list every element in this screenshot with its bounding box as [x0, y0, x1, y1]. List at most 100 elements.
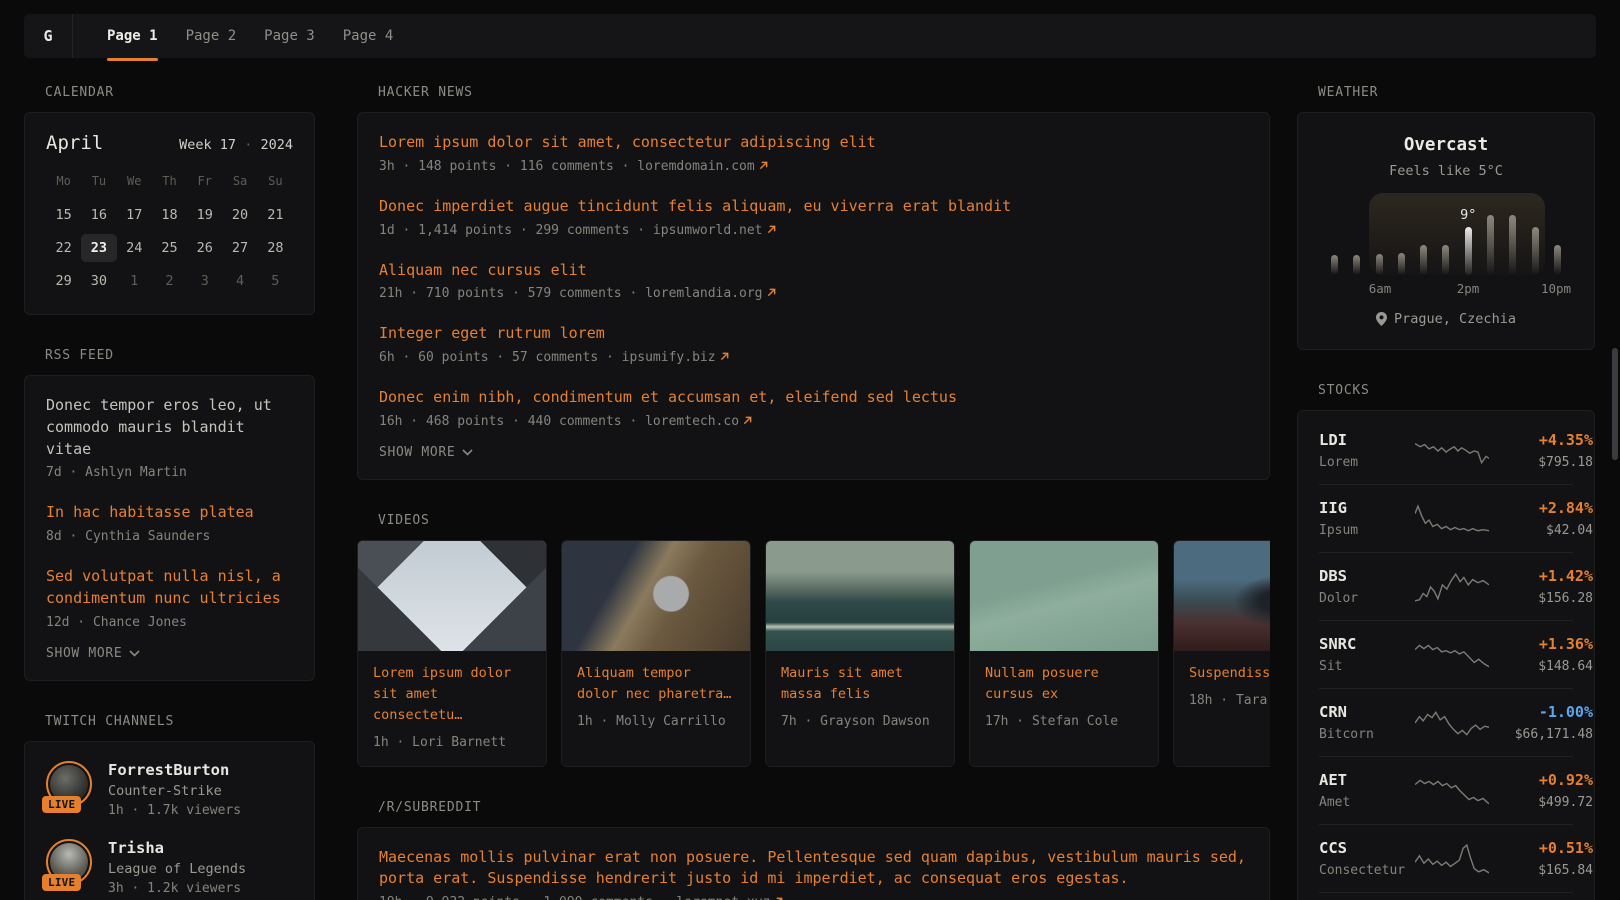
video-card[interactable]: Nullam posuere cursus ex17h · Stefan Col… [969, 540, 1159, 767]
stock-change: +0.92% [1489, 771, 1593, 789]
calendar-day[interactable]: 20 [222, 201, 257, 229]
stock-ticker: CCS [1319, 839, 1415, 857]
location-pin-icon [1376, 312, 1387, 326]
stock-price: $66,171.48 [1489, 727, 1593, 742]
weather-bar [1487, 215, 1494, 275]
stock-row[interactable]: CRNBitcorn-1.00%$66,171.48 [1319, 688, 1573, 756]
hackernews-item-title[interactable]: Aliquam nec cursus elit [379, 260, 1248, 282]
stock-name: Dolor [1319, 591, 1415, 606]
stock-row[interactable]: IIGIpsum+2.84%$42.04 [1319, 484, 1573, 552]
video-title[interactable]: Nullam posuere cursus ex [985, 663, 1143, 705]
page-scrollbar-track[interactable] [1611, 0, 1618, 900]
stock-values: -1.00%$66,171.48 [1489, 703, 1593, 742]
sparkline-chart [1415, 843, 1489, 875]
page-scrollbar-thumb[interactable] [1612, 348, 1618, 460]
hackernews-item-title[interactable]: Lorem ipsum dolor sit amet, consectetur … [379, 132, 1248, 154]
stock-price: $795.18 [1489, 455, 1593, 470]
calendar-day[interactable]: 17 [117, 201, 152, 229]
video-card[interactable]: Mauris sit amet massa felis7h · Grayson … [765, 540, 955, 767]
rss-item-title[interactable]: In hac habitasse platea [46, 502, 293, 524]
stock-sparkline [1415, 503, 1489, 535]
app-logo[interactable]: G [24, 14, 73, 58]
calendar-day[interactable]: 16 [81, 201, 116, 229]
stock-row[interactable]: CCSConsectetur+0.51%$165.84 [1319, 824, 1573, 892]
calendar-day[interactable]: 15 [46, 201, 81, 229]
weather-feels-like: Feels like 5°C [1319, 163, 1573, 179]
nav-tab-page-2[interactable]: Page 2 [172, 14, 251, 58]
rss-show-more-button[interactable]: SHOW MORE [46, 646, 140, 661]
twitch-channel-info: ForrestBurtonCounter-Strike1h · 1.7k vie… [108, 761, 241, 818]
calendar-day[interactable]: 5 [258, 267, 293, 295]
hackernews-item-title[interactable]: Integer eget rutrum lorem [379, 323, 1248, 345]
calendar-day[interactable]: 19 [187, 201, 222, 229]
weather-bar [1331, 255, 1338, 275]
stock-ticker: DBS [1319, 567, 1415, 585]
nav-tab-page-3[interactable]: Page 3 [250, 14, 329, 58]
video-card[interactable]: Lorem ipsum dolor sit amet consectetu…1h… [357, 540, 547, 767]
nav-tab-page-1[interactable]: Page 1 [93, 14, 172, 58]
hackernews-show-more-button[interactable]: SHOW MORE [379, 445, 473, 460]
rss-item-title[interactable]: Sed volutpat nulla nisl, a condimentum n… [46, 566, 293, 610]
hackernews-item-meta: 21h · 710 points · 579 comments · loreml… [379, 286, 1248, 301]
calendar-separator: · [244, 137, 252, 153]
video-title[interactable]: Lorem ipsum dolor sit amet consectetu… [373, 663, 531, 726]
twitch-channel-name[interactable]: Trisha [108, 839, 246, 857]
calendar-day[interactable]: 3 [187, 267, 222, 295]
nav-tab-page-4[interactable]: Page 4 [329, 14, 408, 58]
calendar-day[interactable]: 4 [222, 267, 257, 295]
video-card[interactable]: Aliquam tempor dolor nec pharetra…1h · M… [561, 540, 751, 767]
rss-item: In hac habitasse platea8d · Cynthia Saun… [46, 502, 293, 544]
calendar-day[interactable]: 18 [152, 201, 187, 229]
stock-row[interactable]: SNRCSit+1.36%$148.64 [1319, 620, 1573, 688]
stock-change: +2.84% [1489, 499, 1593, 517]
video-card-body: Nullam posuere cursus ex17h · Stefan Col… [970, 651, 1158, 745]
stock-values: +4.35%$795.18 [1489, 431, 1593, 470]
calendar-day[interactable]: 22 [46, 234, 81, 262]
calendar-day[interactable]: 29 [46, 267, 81, 295]
calendar-day[interactable]: 25 [152, 234, 187, 262]
calendar-day[interactable]: 30 [81, 267, 116, 295]
twitch-channel-info: TrishaLeague of Legends3h · 1.2k viewers [108, 839, 246, 896]
video-title[interactable]: Mauris sit amet massa felis [781, 663, 939, 705]
weather-bar-current: 9° [1465, 227, 1472, 275]
twitch-channel-row[interactable]: LIVETrishaLeague of Legends3h · 1.2k vie… [46, 839, 293, 896]
stock-ticker: IIG [1319, 499, 1415, 517]
video-title[interactable]: Suspendisse diam [1189, 663, 1270, 684]
stock-ticker: SNRC [1319, 635, 1415, 653]
twitch-channel-game: Counter-Strike [108, 783, 241, 799]
hackernews-item-title[interactable]: Donec enim nibh, condimentum et accumsan… [379, 387, 1248, 409]
weather-bars: 9° [1325, 207, 1567, 275]
calendar-day[interactable]: 2 [152, 267, 187, 295]
calendar-day[interactable]: 21 [258, 201, 293, 229]
external-link-icon [767, 225, 776, 234]
twitch-channel-game: League of Legends [108, 861, 246, 877]
sparkline-chart [1415, 639, 1489, 671]
weather-time-label: 6am [1369, 281, 1392, 296]
calendar-day-header: Su [258, 170, 293, 196]
video-card-body: Aliquam tempor dolor nec pharetra…1h · M… [562, 651, 750, 745]
rss-item-title[interactable]: Donec tempor eros leo, ut commodo mauris… [46, 395, 293, 460]
calendar-day[interactable]: 27 [222, 234, 257, 262]
stock-values: +0.92% $499.72 [1489, 771, 1593, 810]
stock-price: $499.72 [1489, 795, 1593, 810]
calendar-day[interactable]: 24 [117, 234, 152, 262]
sparkline-chart [1415, 775, 1489, 807]
weather-bar [1420, 245, 1427, 275]
top-nav: G Page 1Page 2Page 3Page 4 [24, 14, 1596, 58]
twitch-channel-row[interactable]: LIVEForrestBurtonCounter-Strike1h · 1.7k… [46, 761, 293, 818]
rss-item-meta: 7d · Ashlyn Martin [46, 465, 293, 480]
calendar-day[interactable]: 28 [258, 234, 293, 262]
stock-row[interactable]: AETAmet+0.92%$499.72 [1319, 756, 1573, 824]
stock-row[interactable]: AHS+0.46% [1319, 892, 1573, 900]
twitch-section: TWITCH CHANNELS LIVEForrestBurtonCounter… [24, 714, 315, 900]
twitch-channel-name[interactable]: ForrestBurton [108, 761, 241, 779]
video-title[interactable]: Aliquam tempor dolor nec pharetra… [577, 663, 735, 705]
subreddit-item-title[interactable]: Maecenas mollis pulvinar erat non posuer… [379, 847, 1248, 891]
calendar-day[interactable]: 26 [187, 234, 222, 262]
stock-row[interactable]: DBSDolor+1.42%$156.28 [1319, 552, 1573, 620]
video-card[interactable]: Suspendisse diam18h · Tara [1173, 540, 1270, 767]
hackernews-item-title[interactable]: Donec imperdiet augue tincidunt felis al… [379, 196, 1248, 218]
calendar-day-selected[interactable]: 23 [81, 234, 116, 262]
stock-row[interactable]: LDILorem+4.35%$795.18 [1319, 417, 1573, 484]
calendar-day[interactable]: 1 [117, 267, 152, 295]
